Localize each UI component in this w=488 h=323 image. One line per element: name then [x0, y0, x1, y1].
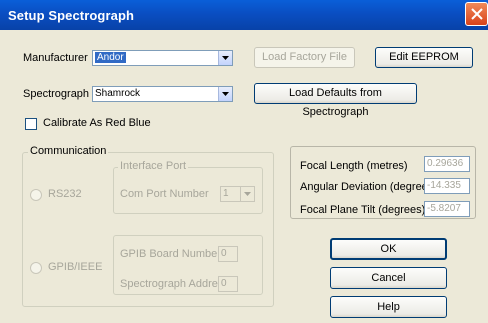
angular-deviation-label: Angular Deviation (degrees)	[300, 181, 437, 193]
gpib-board-label: GPIB Board Number	[120, 248, 221, 260]
spectrograph-dropdown[interactable]: Shamrock	[92, 86, 233, 102]
title-bar[interactable]: Setup Spectrograph	[0, 0, 488, 30]
gpib-board-field[interactable]: 0	[218, 246, 238, 262]
angular-deviation-value: -14.335	[427, 180, 461, 191]
spectrograph-address-label: Spectrograph Address	[120, 278, 229, 290]
communication-title: Communication	[28, 145, 109, 157]
gpib-board-value: 0	[221, 248, 227, 259]
ok-button[interactable]: OK	[330, 238, 447, 260]
rs232-radio[interactable]	[30, 189, 42, 201]
gpib-label: GPIB/IEEE	[48, 261, 103, 273]
load-factory-file-button[interactable]: Load Factory File	[254, 47, 355, 68]
setup-spectrograph-dialog: Setup Spectrograph Manufacturer Andor Lo…	[0, 0, 488, 323]
spectrograph-address-value: 0	[221, 278, 227, 289]
spectrograph-value: Shamrock	[95, 88, 141, 99]
edit-eeprom-button[interactable]: Edit EEPROM	[375, 47, 473, 68]
spectrograph-address-field[interactable]: 0	[218, 276, 238, 292]
chevron-down-icon[interactable]	[218, 51, 232, 65]
calibrate-label: Calibrate As Red Blue	[43, 117, 151, 129]
focal-plane-tilt-value: -5.8207	[427, 203, 461, 214]
close-icon	[471, 8, 483, 20]
manufacturer-dropdown[interactable]: Andor	[92, 50, 233, 66]
focal-plane-tilt-label: Focal Plane Tilt (degrees)	[300, 204, 426, 216]
chevron-down-icon[interactable]	[240, 187, 254, 201]
manufacturer-value: Andor	[95, 52, 126, 63]
load-defaults-button[interactable]: Load Defaults from Spectrograph	[254, 83, 417, 118]
manufacturer-label: Manufacturer	[23, 52, 88, 64]
angular-deviation-field: -14.335	[424, 178, 470, 194]
spectrograph-label: Spectrograph	[23, 88, 90, 100]
com-port-value: 1	[223, 188, 229, 199]
com-port-dropdown[interactable]: 1	[220, 186, 255, 202]
focal-length-label: Focal Length (metres)	[300, 160, 408, 172]
chevron-down-icon[interactable]	[218, 87, 232, 101]
gpib-radio[interactable]	[30, 262, 42, 274]
cancel-button[interactable]: Cancel	[330, 267, 447, 289]
interface-port-title: Interface Port	[118, 160, 189, 172]
window-title: Setup Spectrograph	[8, 8, 135, 23]
focal-length-value: 0.29636	[427, 158, 464, 169]
help-button[interactable]: Help	[330, 296, 447, 318]
focal-plane-tilt-field: -5.8207	[424, 201, 470, 217]
calibrate-checkbox[interactable]	[25, 118, 37, 130]
close-button[interactable]	[465, 2, 488, 26]
com-port-label: Com Port Number	[120, 188, 209, 200]
rs232-label: RS232	[48, 188, 82, 200]
focal-length-field: 0.29636	[424, 156, 470, 172]
